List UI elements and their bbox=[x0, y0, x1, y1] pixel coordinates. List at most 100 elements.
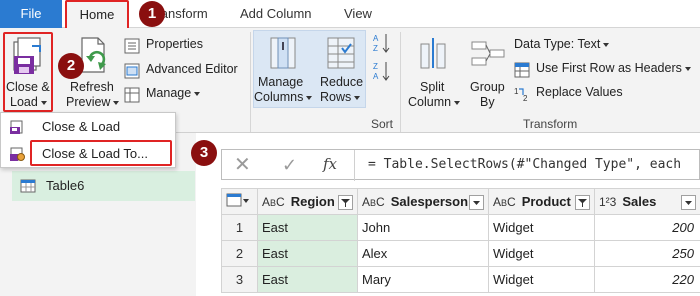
use-first-row-text: Use First Row as Headers bbox=[536, 61, 682, 75]
formula-input[interactable]: = Table.SelectRows(#"Changed Type", each bbox=[368, 157, 681, 172]
confirm-formula-icon[interactable]: ✓ bbox=[282, 154, 302, 176]
row-number: 3 bbox=[221, 266, 258, 293]
group-by-label-1: Group bbox=[470, 80, 505, 94]
tab-file[interactable]: File bbox=[0, 0, 62, 28]
column-header-product-label: Product bbox=[521, 193, 571, 209]
group-by-button[interactable]: Group By bbox=[466, 32, 510, 109]
chevron-down-icon bbox=[603, 42, 610, 47]
group-by-icon bbox=[471, 41, 505, 66]
chevron-down-icon bbox=[40, 100, 47, 105]
tab-add-column[interactable]: Add Column bbox=[240, 0, 312, 28]
step-badge-3: 3 bbox=[191, 140, 217, 166]
cell-sales[interactable]: 250 bbox=[594, 240, 700, 267]
cell-region[interactable]: East bbox=[257, 214, 358, 241]
fx-icon[interactable]: fx bbox=[323, 155, 337, 173]
advanced-editor-button[interactable]: Advanced Editor bbox=[124, 61, 244, 81]
text-type-icon: ABC bbox=[262, 194, 285, 209]
grid-header-row: ABC Region ABC Salesperson ABC Product 1²3 S… bbox=[221, 188, 700, 215]
query-item-label: Table6 bbox=[46, 178, 85, 193]
sort-descending-icon: Z A bbox=[373, 62, 390, 81]
formula-divider bbox=[354, 150, 355, 181]
svg-text:Z: Z bbox=[373, 44, 378, 53]
cell-region[interactable]: East bbox=[257, 266, 358, 293]
split-column-icon bbox=[420, 38, 446, 69]
ribbon-separator bbox=[400, 32, 401, 132]
cancel-formula-icon[interactable]: ✕ bbox=[234, 154, 254, 176]
replace-values-icon: 1 2 bbox=[514, 87, 528, 102]
manage-label-text: Manage bbox=[146, 86, 192, 100]
svg-text:A: A bbox=[373, 72, 379, 81]
cell-product[interactable]: Widget bbox=[488, 266, 595, 293]
menu-item-close-load[interactable]: Close & Load bbox=[1, 114, 177, 140]
chevron-down-icon bbox=[354, 95, 361, 100]
ribbon-tab-bar: File Home Transform Add Column View bbox=[0, 0, 700, 29]
split-column-button[interactable]: Split Column bbox=[406, 32, 462, 109]
menu-item-close-load-to[interactable]: Close & Load To... bbox=[1, 141, 177, 167]
refresh-label-1: Refresh bbox=[70, 80, 114, 94]
filter-icon[interactable] bbox=[575, 194, 590, 210]
cell-sales[interactable]: 200 bbox=[594, 214, 700, 241]
row-number: 1 bbox=[221, 214, 258, 241]
query-item-table6[interactable]: Table6 bbox=[12, 171, 195, 201]
cell-salesperson[interactable]: John bbox=[357, 214, 489, 241]
replace-values-button[interactable]: 1 2 Replace Values bbox=[514, 84, 644, 104]
table-icon bbox=[20, 179, 36, 193]
properties-button[interactable]: Properties bbox=[124, 36, 244, 56]
reduce-rows-label-2: Rows bbox=[320, 90, 361, 104]
chevron-down-icon bbox=[454, 100, 461, 105]
column-header-salesperson[interactable]: ABC Salesperson bbox=[357, 188, 489, 215]
menu-item-close-load-to-label: Close & Load To... bbox=[42, 146, 148, 161]
refresh-label-2-text: Preview bbox=[66, 95, 111, 109]
cell-region[interactable]: East bbox=[257, 240, 358, 267]
split-column-label-1: Split bbox=[420, 80, 445, 94]
group-by-label-2: By bbox=[480, 95, 495, 109]
close-load-to-icon bbox=[10, 147, 25, 161]
reduce-rows-button[interactable]: Reduce Rows bbox=[316, 32, 366, 108]
sort-descending-button[interactable]: Z A bbox=[372, 60, 392, 82]
use-first-row-headers-button[interactable]: Use First Row as Headers bbox=[514, 60, 698, 80]
cell-product[interactable]: Widget bbox=[488, 240, 595, 267]
chevron-down-icon bbox=[684, 66, 691, 71]
filter-icon[interactable] bbox=[338, 194, 353, 210]
column-header-sales[interactable]: 1²3 Sales bbox=[594, 188, 700, 215]
tab-view[interactable]: View bbox=[344, 0, 372, 28]
properties-label: Properties bbox=[146, 37, 203, 51]
manage-icon bbox=[124, 87, 140, 103]
dropdown-button[interactable] bbox=[469, 194, 484, 210]
manage-button[interactable]: Manage bbox=[124, 85, 224, 105]
column-header-product[interactable]: ABC Product bbox=[488, 188, 595, 215]
manage-columns-label-1: Manage bbox=[258, 75, 304, 89]
refresh-label-2: Preview bbox=[66, 95, 120, 109]
step-badge-2: 2 bbox=[58, 53, 84, 79]
data-type-dropdown[interactable]: Data Type: Text bbox=[514, 36, 624, 56]
cell-salesperson[interactable]: Alex bbox=[357, 240, 489, 267]
row-number: 2 bbox=[221, 240, 258, 267]
data-type-text: Data Type: Text bbox=[514, 37, 601, 51]
reduce-rows-icon bbox=[327, 37, 355, 69]
table-menu-icon bbox=[226, 193, 249, 207]
data-grid: ABC Region ABC Salesperson ABC Product 1²3 S… bbox=[221, 188, 700, 296]
column-header-region[interactable]: ABC Region bbox=[257, 188, 358, 215]
chevron-down-icon bbox=[194, 91, 201, 96]
cell-sales[interactable]: 220 bbox=[594, 266, 700, 293]
column-header-region-label: Region bbox=[290, 193, 335, 209]
column-header-sales-label: Sales bbox=[622, 193, 657, 209]
sort-ascending-button[interactable]: A Z bbox=[372, 32, 392, 54]
manage-columns-icon bbox=[270, 37, 296, 69]
manage-columns-label-2: Columns bbox=[254, 90, 313, 104]
text-type-icon: ABC bbox=[362, 194, 385, 209]
manage-label: Manage bbox=[146, 86, 201, 100]
split-column-label-2-text: Column bbox=[408, 95, 452, 109]
chevron-down-icon bbox=[306, 95, 313, 100]
dropdown-button[interactable] bbox=[681, 194, 696, 210]
table-row: 2 East Alex Widget 250 bbox=[221, 240, 700, 267]
cell-product[interactable]: Widget bbox=[488, 214, 595, 241]
text-type-icon: ABC bbox=[493, 194, 516, 209]
tab-home[interactable]: Home bbox=[66, 0, 128, 29]
cell-salesperson[interactable]: Mary bbox=[357, 266, 489, 293]
close-load-button[interactable]: Close & Load bbox=[4, 32, 52, 112]
table-menu-button[interactable] bbox=[221, 188, 258, 215]
close-load-icon bbox=[10, 120, 23, 134]
manage-columns-button[interactable]: Manage Columns bbox=[254, 32, 313, 108]
step-badge-1: 1 bbox=[139, 1, 165, 27]
